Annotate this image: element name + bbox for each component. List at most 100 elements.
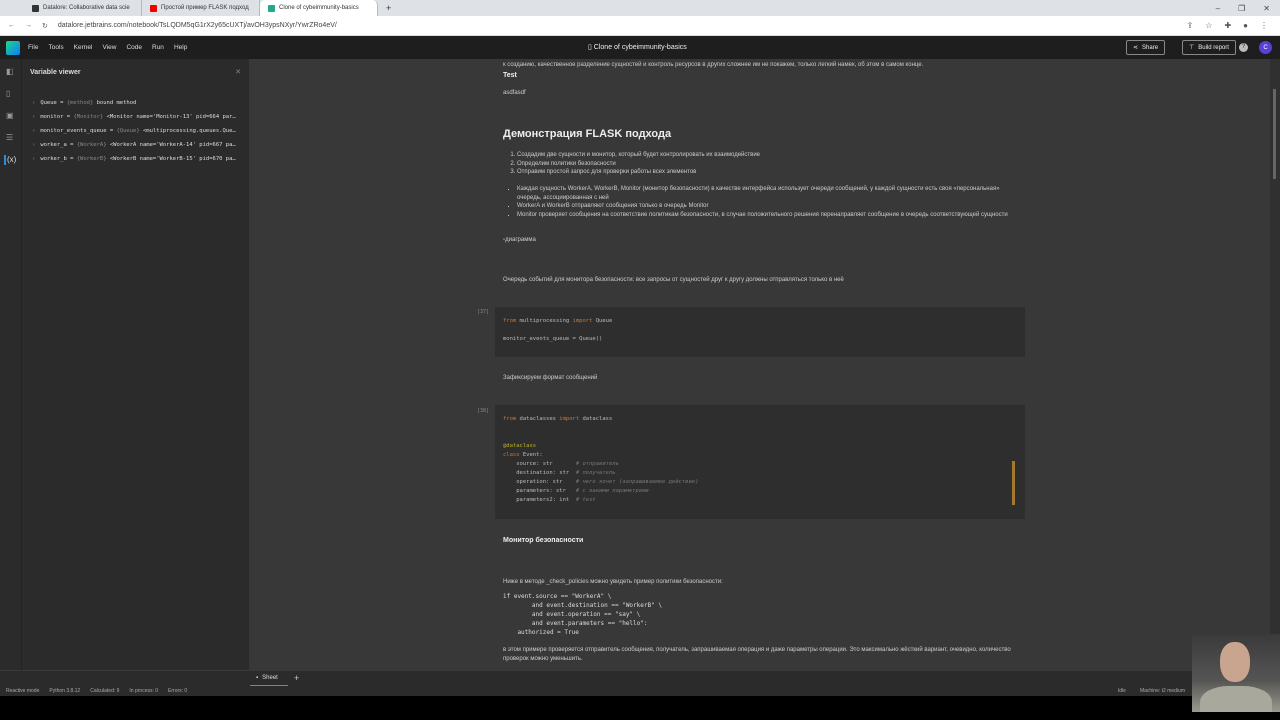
close-icon[interactable]: ✕ [235, 68, 241, 76]
var-type: {WorkerB} [76, 156, 107, 162]
menu-view[interactable]: View [102, 44, 116, 51]
variable-row[interactable]: › Queue = {method} bound method [22, 96, 249, 110]
browser-tab[interactable]: Datalore: Collaborative data scie [24, 0, 142, 16]
markdown-text: Ниже в методе _check_policies можно увид… [503, 579, 723, 585]
webcam-overlay [1192, 634, 1280, 712]
youtube-favicon-icon [150, 4, 157, 12]
code-comment: # чего хочет (запрашиваемое действие) [575, 479, 699, 485]
expand-icon[interactable]: › [32, 114, 35, 120]
address-bar: ← → ↻ datalore.jetbrains.com/notebook/TsLQ… [0, 16, 1280, 36]
code-token: @dataclass [503, 443, 537, 449]
notebook-title-text: Clone of cybeimmunity-basics [593, 44, 687, 51]
share-button[interactable]: ⋖ Share [1126, 40, 1166, 55]
help-icon[interactable]: ? [1239, 43, 1248, 52]
expand-icon[interactable]: › [32, 100, 35, 106]
code-token: dataclass [579, 416, 613, 422]
menu-kernel[interactable]: Kernel [74, 44, 93, 51]
cell-scrollbar[interactable] [1012, 461, 1015, 505]
build-report-label: Build report [1198, 44, 1229, 51]
avatar[interactable]: C [1259, 41, 1272, 54]
code-token: from [503, 318, 517, 324]
chip-icon[interactable]: ▣ [6, 111, 16, 121]
machine-selector[interactable]: Machine: t2 medium [1140, 688, 1185, 694]
python-version[interactable]: Python 3.8.12 [49, 688, 80, 694]
errors-count: Errors: 0 [168, 688, 188, 694]
code-token: from [503, 416, 517, 422]
code-token: parameters2: int [503, 497, 576, 503]
var-name: Queue [40, 100, 57, 106]
policy-code: if event.source == "WorkerA" \ and event… [503, 593, 662, 636]
expand-icon[interactable]: › [32, 142, 35, 148]
variable-row[interactable]: › worker_a = {WorkerA} <WorkerA name='Wor… [22, 138, 249, 152]
attachment-icon[interactable]: ▯ [6, 89, 16, 99]
calculated-count: Calculated: 9 [90, 688, 120, 694]
markdown-text: Очередь событий для монитора безопасност… [503, 277, 844, 283]
cell-execution-count: [37] [477, 309, 490, 315]
outline-icon[interactable]: ☰ [6, 133, 16, 143]
forward-icon[interactable]: → [25, 22, 32, 29]
code-token: import [572, 318, 593, 324]
tab-title: Простой пример FLASK подход [161, 5, 249, 11]
menu-file[interactable]: File [28, 44, 38, 51]
variables-icon[interactable]: (x) [4, 155, 16, 165]
back-icon[interactable]: ← [8, 22, 15, 29]
profile-icon[interactable]: ● [1243, 21, 1248, 30]
new-tab-icon[interactable]: + [386, 3, 391, 13]
cube-icon[interactable]: ◧ [6, 67, 16, 77]
code-comment: # отправитель [575, 461, 619, 467]
notebook-title[interactable]: ▯ Clone of cybeimmunity-basics [588, 43, 687, 51]
browser-tab-bar: Datalore: Collaborative data scie Просто… [0, 0, 1280, 16]
menu-help[interactable]: Help [174, 44, 187, 51]
url-input[interactable]: datalore.jetbrains.com/notebook/TsLQDM5q… [58, 22, 337, 29]
variable-row[interactable]: › monitor = {Monitor} <Monitor name='Moni… [22, 110, 249, 124]
browser-tab[interactable]: Простой пример FLASK подход [142, 0, 260, 16]
reactive-mode-toggle[interactable]: Reactive mode [6, 688, 39, 694]
expand-icon[interactable]: › [32, 156, 35, 162]
var-name: worker_b [40, 156, 67, 162]
main-menu: File Tools Kernel View Code Run Help [28, 44, 197, 51]
sheet-icon: ▪ [256, 675, 259, 681]
more-icon[interactable]: ⋮ [1260, 21, 1268, 30]
code-token: source: str [503, 461, 576, 467]
variable-row[interactable]: › worker_b = {WorkerB} <WorkerB name='Wor… [22, 152, 249, 166]
var-value: bound method [96, 100, 137, 106]
share-page-icon[interactable]: ⇪ [1187, 21, 1194, 30]
extension-icon[interactable]: ✚ [1224, 21, 1231, 30]
code-token: parameters: str [503, 488, 576, 494]
browser-tab-active[interactable]: Clone of cybeimmunity-basics [260, 0, 378, 16]
var-type: {Queue} [116, 128, 140, 134]
datalore-logo-icon[interactable] [6, 40, 20, 55]
sheet-tabs-bar: ▪ Sheet + [0, 670, 1280, 687]
code-cell[interactable]: from multiprocessing import Queue monito… [495, 307, 1025, 357]
share-label: Share [1142, 44, 1159, 51]
notebook-scrollbar[interactable] [1270, 59, 1280, 670]
var-name: monitor [40, 114, 64, 120]
close-window-icon[interactable]: ✕ [1263, 4, 1270, 13]
var-name: monitor_events_queue [40, 128, 107, 134]
code-comment: # получатель [575, 470, 616, 476]
reload-icon[interactable]: ↻ [42, 22, 48, 30]
tool-icon-strip: ◧ ▯ ▣ ☰ (x) … [0, 59, 22, 686]
code-cell[interactable]: from dataclasses import dataclass @datac… [495, 405, 1025, 519]
menu-tools[interactable]: Tools [48, 44, 63, 51]
tab-sheet[interactable]: ▪ Sheet [250, 671, 288, 687]
tab-title: Datalore: Collaborative data scie [43, 5, 130, 11]
kernel-status: Idle [1117, 688, 1126, 694]
sheet-label: Sheet [262, 675, 278, 681]
var-value: <Monitor name='Monitor-13' pid=664 par… [106, 114, 236, 120]
code-token: import [559, 416, 580, 422]
maximize-icon[interactable]: ❐ [1238, 4, 1245, 13]
build-report-button[interactable]: ⊤ Build report [1182, 40, 1236, 55]
expand-icon[interactable]: › [32, 128, 35, 134]
code-token: Event: [519, 452, 543, 458]
bookmark-star-icon[interactable]: ☆ [1205, 21, 1212, 30]
image-alt-text: диаграмма [505, 237, 536, 243]
list-item: Каждая сущность WorkerA, WorkerB, Monito… [517, 185, 1023, 202]
minimize-icon[interactable]: – [1216, 4, 1220, 13]
menu-run[interactable]: Run [152, 44, 164, 51]
tab-title: Clone of cybeimmunity-basics [279, 5, 359, 11]
variable-row[interactable]: › monitor_events_queue = {Queue} <multipr… [22, 124, 249, 138]
var-value: <multiprocessing.queues.Que… [142, 128, 236, 134]
add-sheet-button[interactable]: + [294, 673, 299, 683]
menu-code[interactable]: Code [126, 44, 142, 51]
